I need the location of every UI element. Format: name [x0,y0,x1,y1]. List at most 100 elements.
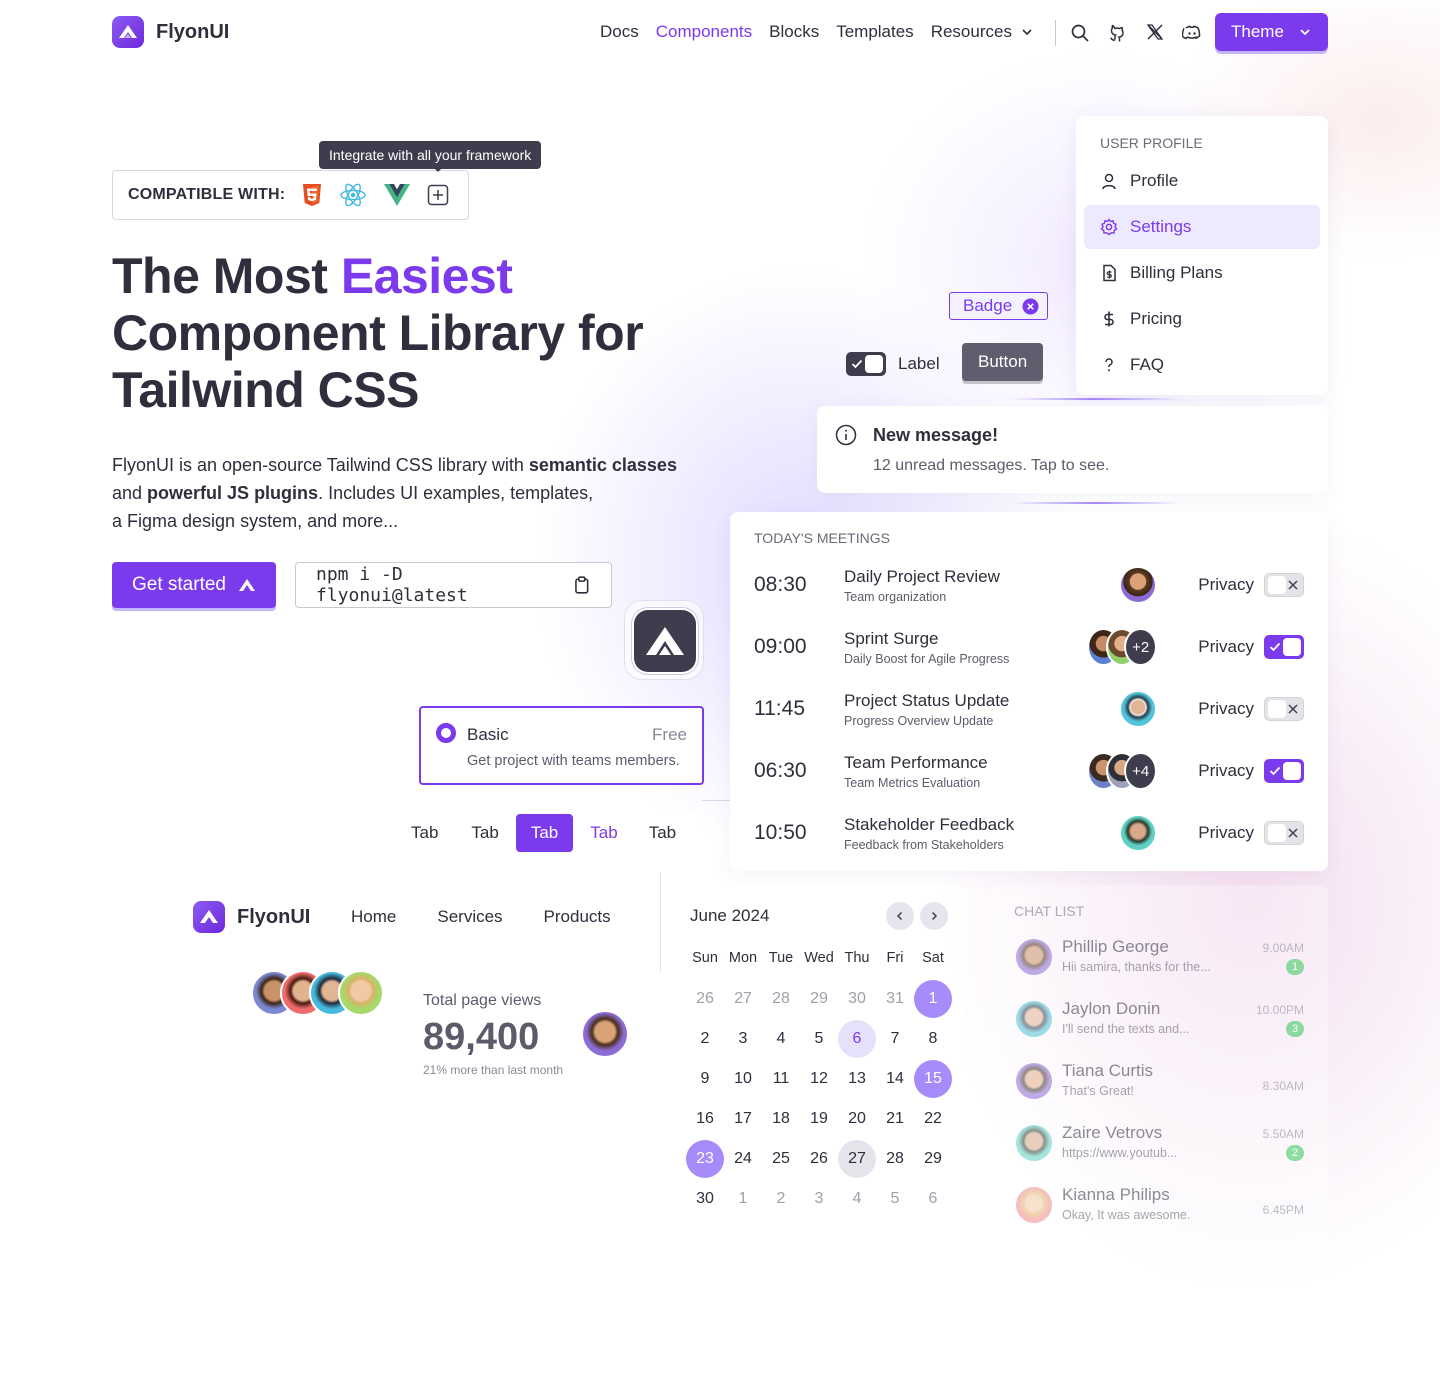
privacy-label: Privacy [1198,761,1254,780]
calendar-day[interactable]: 10 [724,1060,762,1098]
meeting-row[interactable]: 11:45 Project Status Update Progress Over… [754,678,1304,740]
meeting-row[interactable]: 09:00 Sprint Surge Daily Boost for Agile … [754,616,1304,678]
copy-icon[interactable] [573,575,591,595]
calendar-day[interactable]: 21 [876,1100,914,1138]
theme-button[interactable]: Theme [1215,13,1328,51]
nav-link-docs[interactable]: Docs [600,22,639,42]
calendar-day[interactable]: 11 [762,1060,800,1098]
calendar-day[interactable]: 6 [838,1020,876,1058]
x-twitter-icon[interactable] [1146,23,1164,41]
chat-row[interactable]: Tiana Curtis That's Great! 8.30AM [1014,1061,1304,1123]
calendar-day[interactable]: 5 [800,1020,838,1058]
tab-2[interactable]: Tab [457,814,512,852]
calendar-day[interactable]: 28 [876,1140,914,1178]
calendar-day[interactable]: 9 [686,1060,724,1098]
chat-row[interactable]: Jaylon Donin I'll send the texts and... 10… [1014,999,1304,1061]
calendar-day[interactable]: 4 [762,1020,800,1058]
demo-button[interactable]: Button [962,343,1044,381]
nav-resources-dropdown[interactable]: Resources [931,22,1034,42]
html5-icon[interactable] [301,183,323,207]
meeting-row[interactable]: 06:30 Team Performance Team Metrics Evalu… [754,740,1304,802]
calendar-day[interactable]: 8 [914,1020,952,1058]
calendar-day[interactable]: 5 [876,1180,914,1218]
nav-link-templates[interactable]: Templates [836,22,913,42]
meeting-row[interactable]: 10:50 Stakeholder Feedback Feedback from … [754,802,1304,864]
menu-item-settings[interactable]: Settings [1084,205,1320,249]
menu-item-pricing[interactable]: Pricing [1084,297,1320,341]
mini-brand[interactable]: FlyonUI [193,901,310,933]
chat-row[interactable]: Zaire Vetrovs https://www.youtub... 5.50AM… [1014,1123,1304,1185]
get-started-button[interactable]: Get started [112,562,276,608]
calendar-day[interactable]: 16 [686,1100,724,1138]
calendar-day[interactable]: 27 [724,980,762,1018]
calendar-day[interactable]: 25 [762,1140,800,1178]
calendar-day[interactable]: 19 [800,1100,838,1138]
github-icon[interactable] [1108,23,1128,43]
tab-1[interactable]: Tab [395,814,454,852]
privacy-switch[interactable] [1264,635,1304,659]
mini-nav-services[interactable]: Services [437,907,502,927]
search-icon[interactable] [1070,23,1090,43]
calendar-day[interactable]: 15 [914,1060,952,1098]
mini-nav-home[interactable]: Home [351,907,396,927]
calendar-day[interactable]: 29 [914,1140,952,1178]
chat-row[interactable]: Kianna Philips Okay, It was awesome. 6.45P… [1014,1185,1304,1247]
calendar-day[interactable]: 14 [876,1060,914,1098]
stat-value: 89,400 [423,1016,540,1058]
meetings-list: 08:30 Daily Project Review Team organizat… [754,554,1304,864]
add-framework-icon[interactable] [427,184,449,206]
privacy-switch[interactable] [1264,697,1304,721]
calendar-day[interactable]: 3 [800,1180,838,1218]
calendar-day[interactable]: 26 [800,1140,838,1178]
privacy-switch[interactable] [1264,821,1304,845]
calendar-day[interactable]: 20 [838,1100,876,1138]
meeting-row[interactable]: 08:30 Daily Project Review Team organizat… [754,554,1304,616]
calendar-day[interactable]: 1 [914,980,952,1018]
calendar-day[interactable]: 31 [876,980,914,1018]
react-icon[interactable] [339,182,367,208]
calendar-day[interactable]: 26 [686,980,724,1018]
calendar-day[interactable]: 30 [686,1180,724,1218]
calendar-next-button[interactable] [920,902,948,930]
calendar-day[interactable]: 28 [762,980,800,1018]
tab-5[interactable]: Tab [635,814,690,852]
npm-command-box[interactable]: npm i -D flyonui@latest [295,562,612,608]
plan-radio[interactable] [436,723,456,743]
calendar-day[interactable]: 24 [724,1140,762,1178]
switch-with-label[interactable]: Label [846,352,940,376]
calendar-day[interactable]: 3 [724,1020,762,1058]
close-circle-icon[interactable] [1022,298,1039,315]
menu-item-faq[interactable]: FAQ [1084,343,1320,387]
calendar-day[interactable]: 17 [724,1100,762,1138]
vue-icon[interactable] [383,183,411,207]
brand[interactable]: FlyonUI [112,16,229,48]
label-switch[interactable] [846,352,886,376]
calendar-prev-button[interactable] [886,902,914,930]
calendar-day[interactable]: 30 [838,980,876,1018]
privacy-switch[interactable] [1264,759,1304,783]
chat-row[interactable]: Phillip George Hii samira, thanks for the… [1014,937,1304,999]
plan-radio-card[interactable]: Basic Free Get project with teams member… [419,706,704,785]
nav-link-components[interactable]: Components [656,22,752,42]
calendar-day[interactable]: 4 [838,1180,876,1218]
calendar-day[interactable]: 29 [800,980,838,1018]
calendar-day[interactable]: 1 [724,1180,762,1218]
menu-item-billing[interactable]: Billing Plans [1084,251,1320,295]
nav-link-blocks[interactable]: Blocks [769,22,819,42]
calendar-day[interactable]: 6 [914,1180,952,1218]
calendar-day[interactable]: 18 [762,1100,800,1138]
calendar-day[interactable]: 7 [876,1020,914,1058]
tab-3-active[interactable]: Tab [515,814,574,852]
calendar-day[interactable]: 2 [762,1180,800,1218]
calendar-day[interactable]: 12 [800,1060,838,1098]
discord-icon[interactable] [1182,23,1202,43]
calendar-day[interactable]: 13 [838,1060,876,1098]
calendar-day[interactable]: 22 [914,1100,952,1138]
menu-item-profile[interactable]: Profile [1084,159,1320,203]
tab-4[interactable]: Tab [576,814,631,852]
calendar-day[interactable]: 27 [838,1140,876,1178]
calendar-day[interactable]: 23 [686,1140,724,1178]
mini-nav-products[interactable]: Products [544,907,611,927]
privacy-switch[interactable] [1264,573,1304,597]
calendar-day[interactable]: 2 [686,1020,724,1058]
